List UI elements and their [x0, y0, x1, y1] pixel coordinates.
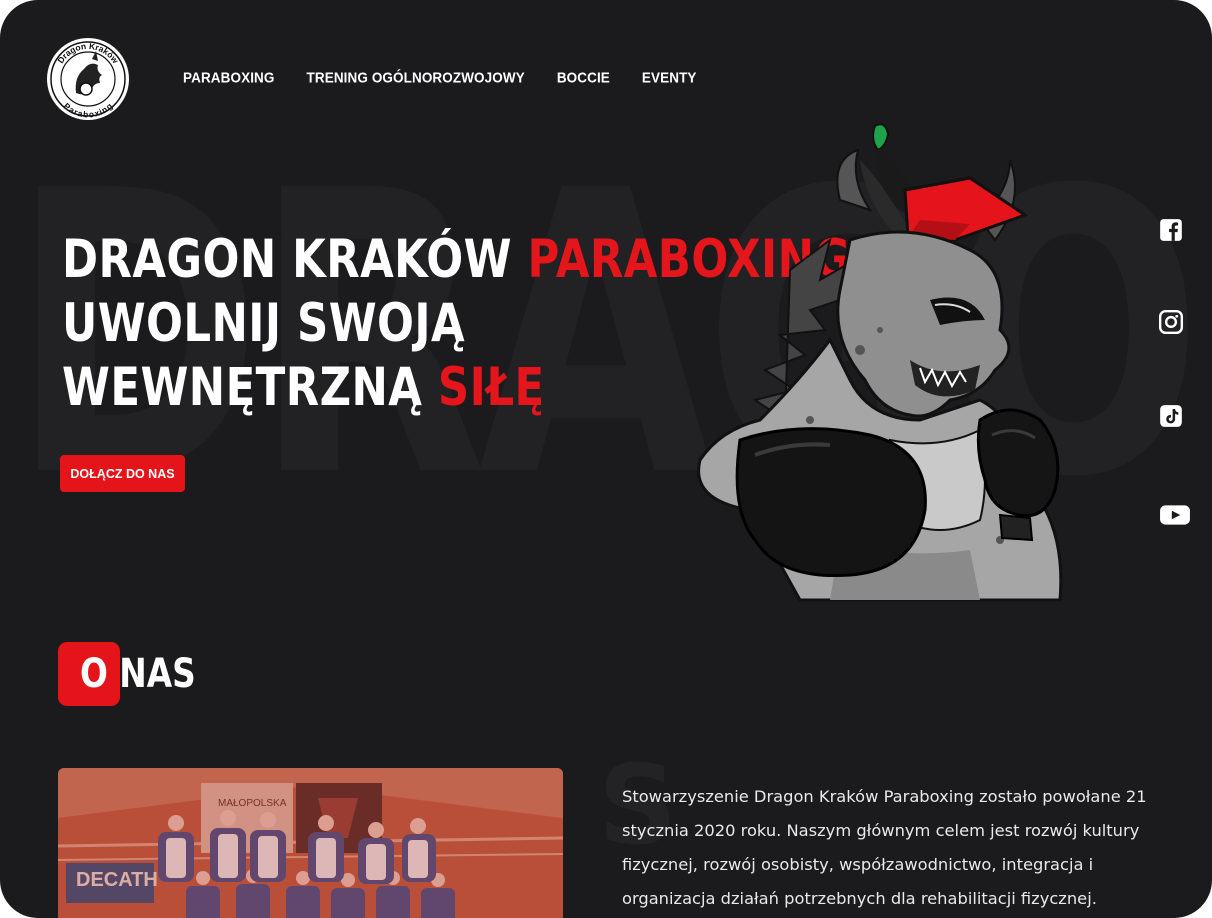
tiktok-icon[interactable] [1158, 403, 1184, 429]
page-frame: DRAGON Dragon Kraków Paraboxing PARABOXI… [0, 0, 1212, 918]
facebook-icon[interactable] [1158, 217, 1184, 243]
logo[interactable]: Dragon Kraków Paraboxing [46, 37, 130, 121]
join-us-button[interactable]: DOŁĄCZ DO NAS [60, 455, 185, 492]
nav-item-eventy[interactable]: EVENTY [642, 69, 697, 86]
youtube-icon[interactable] [1159, 502, 1191, 528]
nav-item-paraboxing[interactable]: PARABOXING [183, 69, 275, 86]
hero-line-3-red: SIŁĘ [437, 357, 545, 418]
about-title-text: O NAS [80, 646, 196, 702]
dragon-mascot-illustration [697, 123, 1063, 602]
main-nav: PARABOXING TRENING OGÓLNOROZWOJOWY BOCCI… [183, 69, 697, 86]
hero-line-1-white: DRAGON KRAKÓW [62, 229, 528, 290]
hero-line-3-white: WEWNĘTRZNĄ [62, 357, 438, 418]
about-paragraph: Stowarzyszenie Dragon Kraków Paraboxing … [622, 787, 1147, 908]
about-title-first: O [80, 651, 108, 697]
instagram-icon[interactable] [1158, 309, 1184, 335]
nav-item-boccie[interactable]: BOCCIE [557, 69, 610, 86]
team-photo: MAŁOPOLSKA DECATH [58, 768, 563, 918]
nav-item-trening[interactable]: TRENING OGÓLNOROZWOJOWY [307, 69, 525, 86]
about-title-rest: NAS [107, 651, 196, 697]
